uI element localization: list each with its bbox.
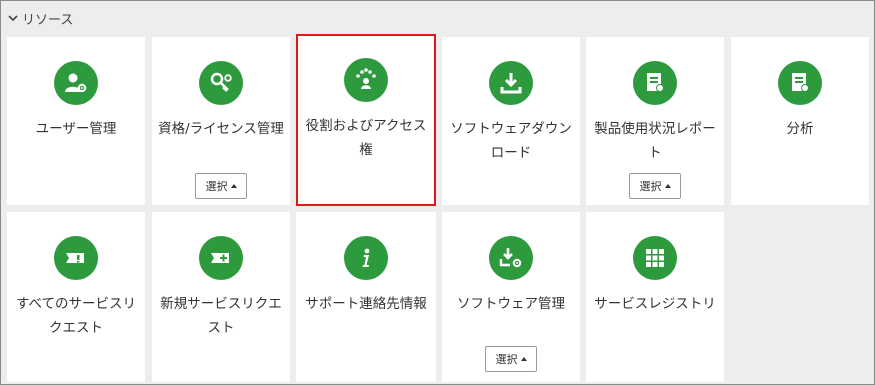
section-title: リソース xyxy=(22,12,74,28)
tile-label: サービスレジストリ xyxy=(594,296,716,312)
tile-label: サポート連絡先情報 xyxy=(305,296,427,312)
tile-analytics[interactable]: 分析 xyxy=(731,37,869,205)
certificate-report-icon xyxy=(633,61,677,105)
tile-software-management[interactable]: ソフトウェア管理 選択 xyxy=(442,212,580,382)
grid-icon xyxy=(633,236,677,280)
select-label: 選択 xyxy=(205,180,228,193)
caret-up-icon xyxy=(520,357,527,361)
tile-all-service-requests[interactable]: すべてのサービスリクエスト xyxy=(7,212,145,382)
info-icon xyxy=(344,236,388,280)
select-dropdown-button[interactable]: 選択 xyxy=(485,346,537,372)
caret-up-icon xyxy=(230,184,237,188)
tile-software-download[interactable]: ソフトウェアダウンロード xyxy=(442,37,580,205)
people-network-icon xyxy=(344,58,388,102)
tile-label: 資格/ライセンス管理 xyxy=(158,121,284,137)
section-header[interactable]: リソース xyxy=(7,9,74,28)
download-gear-icon xyxy=(489,236,533,280)
ticket-exclamation-icon xyxy=(54,236,98,280)
tile-label: すべてのサービスリクエスト xyxy=(15,296,136,336)
tile-label: 新規サービスリクエスト xyxy=(160,296,282,336)
tile-user-management[interactable]: ユーザー管理 xyxy=(7,37,145,205)
tile-label: ソフトウェア管理 xyxy=(457,296,565,312)
key-gear-icon xyxy=(199,61,243,105)
tile-label: 製品使用状況レポート xyxy=(594,121,716,161)
select-label: 選択 xyxy=(495,353,518,366)
download-icon xyxy=(489,61,533,105)
user-gear-icon xyxy=(54,61,98,105)
tile-label: 役割およびアクセス権 xyxy=(305,118,427,158)
tile-label: 分析 xyxy=(786,121,814,137)
select-label: 選択 xyxy=(639,180,662,193)
ticket-plus-icon xyxy=(199,236,243,280)
resources-panel: リソース ユーザー管理 資格/ライセンス管理 選択 役割およびアクセス権 ソフト… xyxy=(0,0,875,385)
tile-roles-access[interactable]: 役割およびアクセス権 xyxy=(296,34,436,206)
tile-new-service-request[interactable]: 新規サービスリクエスト xyxy=(152,212,290,382)
select-dropdown-button[interactable]: 選択 xyxy=(629,173,681,199)
tile-label: ソフトウェアダウンロード xyxy=(450,121,572,161)
certificate-analysis-icon xyxy=(778,61,822,105)
caret-up-icon xyxy=(664,184,671,188)
tile-label: ユーザー管理 xyxy=(35,121,117,137)
tile-product-usage-report[interactable]: 製品使用状況レポート 選択 xyxy=(586,37,724,205)
select-dropdown-button[interactable]: 選択 xyxy=(195,173,247,199)
chevron-down-icon xyxy=(8,15,18,22)
tile-entitlement-license[interactable]: 資格/ライセンス管理 選択 xyxy=(152,37,290,205)
tile-service-registry[interactable]: サービスレジストリ xyxy=(586,212,724,382)
tile-support-contact[interactable]: サポート連絡先情報 xyxy=(296,212,436,382)
